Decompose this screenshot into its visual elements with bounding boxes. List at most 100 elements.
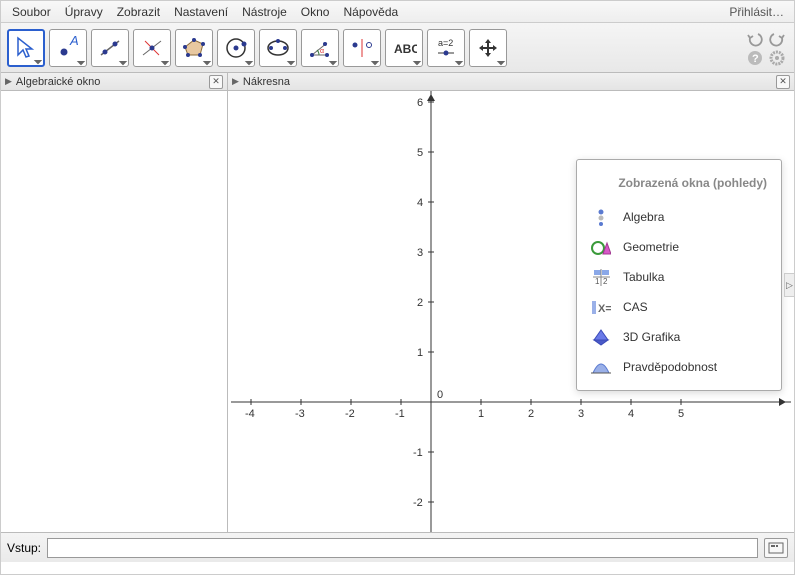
redo-icon — [768, 29, 786, 47]
svg-text:X=: X= — [598, 303, 611, 315]
svg-text:2: 2 — [417, 297, 423, 309]
tool-line[interactable] — [91, 29, 129, 67]
view-3d[interactable]: 3D Grafika — [585, 322, 773, 352]
view-label: Algebra — [623, 210, 664, 224]
circle-icon — [223, 35, 249, 61]
view-label: 3D Grafika — [623, 330, 680, 344]
toolbar: A α ABC a=2 ? — [1, 23, 794, 73]
svg-text:-1: -1 — [413, 447, 423, 459]
graphics3d-icon — [591, 327, 611, 347]
input-bar: Vstup: — [1, 532, 794, 562]
menu-view[interactable]: Zobrazit — [110, 3, 167, 21]
svg-text:2: 2 — [528, 408, 534, 420]
svg-text:-1: -1 — [395, 408, 405, 420]
keyboard-button[interactable] — [764, 538, 788, 558]
svg-text:5: 5 — [417, 147, 423, 159]
view-algebra[interactable]: Algebra — [585, 202, 773, 232]
probability-icon — [591, 357, 611, 377]
svg-text:-2: -2 — [413, 497, 423, 509]
graphics-body[interactable]: -4-3-2-1 0 12345 123456 -1-2 Zobrazená o… — [228, 91, 794, 532]
algebra-panel: ▶ Algebraické okno ✕ — [1, 73, 228, 532]
views-popup-title: Zobrazená okna (pohledy) — [585, 170, 773, 202]
svg-text:1: 1 — [478, 408, 484, 420]
toolbar-right: ? — [746, 29, 788, 67]
menubar: Soubor Úpravy Zobrazit Nastavení Nástroj… — [1, 1, 794, 23]
view-spreadsheet[interactable]: 12 Tabulka — [585, 262, 773, 292]
tool-circle[interactable] — [217, 29, 255, 67]
signin-link[interactable]: Přihlásit… — [723, 3, 790, 21]
view-label: Tabulka — [623, 270, 664, 284]
menu-settings[interactable]: Nastavení — [167, 3, 235, 21]
svg-text:3: 3 — [578, 408, 584, 420]
view-label: Geometrie — [623, 240, 679, 254]
tool-slider[interactable]: a=2 — [427, 29, 465, 67]
svg-text:4: 4 — [417, 197, 423, 209]
help-button[interactable]: ? — [746, 49, 764, 67]
algebra-header[interactable]: ▶ Algebraické okno ✕ — [1, 73, 227, 91]
spreadsheet-icon: 12 — [591, 267, 611, 287]
workspace: ▶ Algebraické okno ✕ ▶ Nákresna ✕ — [1, 73, 794, 532]
angle-icon: α — [307, 35, 333, 61]
svg-text:α: α — [320, 48, 324, 55]
reflect-icon — [349, 35, 375, 61]
view-geometry[interactable]: Geometrie — [585, 232, 773, 262]
view-cas[interactable]: X= CAS — [585, 292, 773, 322]
algebra-close-button[interactable]: ✕ — [209, 75, 223, 89]
svg-text:1: 1 — [595, 277, 600, 286]
graphics-panel: ▶ Nákresna ✕ -4-3-2-1 0 12345 — [228, 73, 794, 532]
tool-angle[interactable]: α — [301, 29, 339, 67]
menu-window[interactable]: Okno — [294, 3, 337, 21]
text-icon: ABC — [391, 35, 417, 61]
svg-text:A: A — [69, 35, 79, 48]
svg-text:a=2: a=2 — [438, 38, 453, 48]
geometry-icon — [591, 237, 611, 257]
tool-reflect[interactable] — [343, 29, 381, 67]
svg-text:?: ? — [752, 53, 759, 65]
tool-move-view[interactable] — [469, 29, 507, 67]
menu-file[interactable]: Soubor — [5, 3, 58, 21]
svg-text:0: 0 — [437, 389, 443, 401]
help-icon: ? — [747, 50, 763, 66]
algebra-title: Algebraické okno — [16, 76, 100, 88]
tool-move[interactable] — [7, 29, 45, 67]
undo-button[interactable] — [746, 29, 764, 47]
tool-ellipse[interactable] — [259, 29, 297, 67]
point-icon: A — [55, 35, 81, 61]
graphics-title: Nákresna — [243, 76, 290, 88]
menu-edit[interactable]: Úpravy — [58, 3, 110, 21]
menu-tools[interactable]: Nástroje — [235, 3, 294, 21]
tool-point[interactable]: A — [49, 29, 87, 67]
line-icon — [97, 35, 123, 61]
svg-text:-4: -4 — [245, 408, 255, 420]
svg-text:6: 6 — [417, 97, 423, 109]
tool-text[interactable]: ABC — [385, 29, 423, 67]
graphics-close-button[interactable]: ✕ — [776, 75, 790, 89]
input-label: Vstup: — [7, 541, 41, 555]
expand-sidebar-button[interactable]: ▷ — [784, 273, 794, 297]
svg-text:1: 1 — [417, 347, 423, 359]
cas-icon: X= — [591, 297, 611, 317]
tool-polygon[interactable] — [175, 29, 213, 67]
view-label: Pravděpodobnost — [623, 360, 717, 374]
graphics-header[interactable]: ▶ Nákresna ✕ — [228, 73, 794, 91]
ellipse-icon — [265, 35, 291, 61]
collapse-icon: ▶ — [232, 76, 239, 87]
settings-button[interactable] — [768, 49, 786, 67]
svg-text:5: 5 — [678, 408, 684, 420]
svg-text:-3: -3 — [295, 408, 305, 420]
redo-button[interactable] — [768, 29, 786, 47]
perpendicular-icon — [139, 35, 165, 61]
keyboard-icon — [768, 542, 784, 554]
menu-help[interactable]: Nápověda — [336, 3, 405, 21]
undo-icon — [746, 29, 764, 47]
view-probability[interactable]: Pravděpodobnost — [585, 352, 773, 382]
algebra-body[interactable] — [1, 91, 227, 532]
algebra-icon — [591, 207, 611, 227]
tool-perpendicular[interactable] — [133, 29, 171, 67]
svg-text:2: 2 — [603, 277, 608, 286]
slider-icon: a=2 — [433, 35, 459, 61]
svg-text:ABC: ABC — [394, 42, 417, 56]
polygon-icon — [181, 35, 207, 61]
views-popup: Zobrazená okna (pohledy) Algebra Geometr… — [576, 159, 782, 391]
input-field[interactable] — [47, 538, 758, 558]
